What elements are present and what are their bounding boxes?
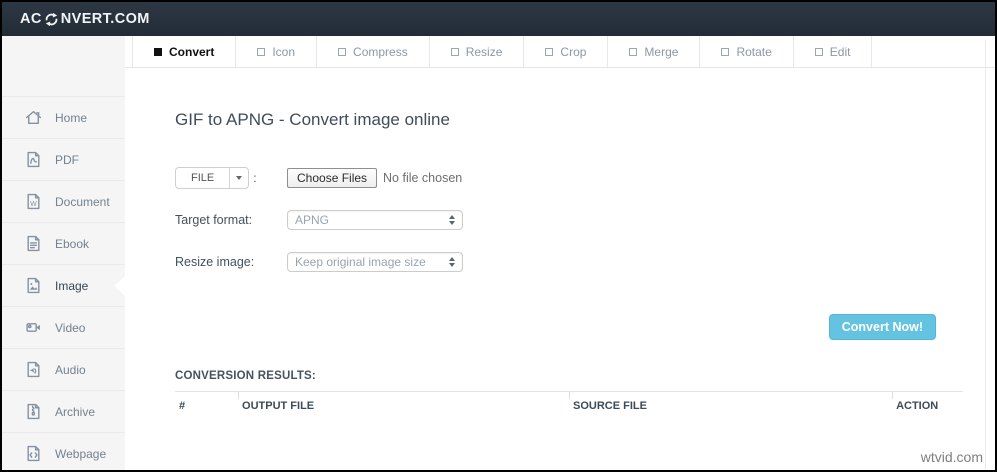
tab-square-icon xyxy=(814,47,823,56)
content: GIF to APNG - Convert image online FILE … xyxy=(125,110,995,418)
tab-label: Merge xyxy=(644,44,679,59)
pdf-file-icon xyxy=(25,151,42,168)
tab-square-icon xyxy=(545,47,554,56)
video-camera-icon xyxy=(25,319,42,336)
sidebar-item-document[interactable]: W Document xyxy=(2,180,125,222)
convert-now-button[interactable]: Convert Now! xyxy=(828,314,936,340)
column-header-output-file: OUTPUT FILE xyxy=(238,391,569,418)
tab-label: Icon xyxy=(272,44,296,59)
no-file-chosen-text: No file chosen xyxy=(383,171,463,185)
sidebar-item-label: Audio xyxy=(55,362,86,377)
sidebar-item-image[interactable]: Image xyxy=(2,264,125,306)
column-header-number: # xyxy=(175,391,239,418)
sidebar-item-label: Ebook xyxy=(55,236,90,251)
tab-label: Resize xyxy=(465,44,503,59)
word-document-icon: W xyxy=(25,193,42,210)
tab-square-icon xyxy=(450,47,459,56)
tab-square-icon xyxy=(629,47,638,56)
archive-zip-icon xyxy=(25,403,42,420)
resize-image-row: Resize image: Keep original image size xyxy=(175,251,963,273)
target-format-select[interactable]: APNG xyxy=(287,210,463,230)
file-select-row: FILE : Choose Files No file chosen xyxy=(175,167,963,189)
sidebar-item-label: Home xyxy=(55,110,88,125)
tab-merge[interactable]: Merge xyxy=(608,36,701,67)
home-icon xyxy=(25,109,42,126)
choose-files-button[interactable]: Choose Files xyxy=(287,168,378,188)
sidebar-item-archive[interactable]: Archive xyxy=(2,390,125,432)
colon-separator: : xyxy=(253,171,257,185)
app-window: AC NVERT.COM Home PDF W Document Ebook I… xyxy=(0,0,997,472)
tab-rotate[interactable]: Rotate xyxy=(700,36,794,67)
tab-label: Compress xyxy=(353,44,408,59)
page-title: GIF to APNG - Convert image online xyxy=(175,110,450,129)
logo-text-prefix: AC xyxy=(20,11,42,27)
sidebar-item-audio[interactable]: Audio xyxy=(2,348,125,390)
column-header-source-file: SOURCE FILE xyxy=(568,391,893,418)
file-source-label[interactable]: FILE xyxy=(176,168,229,188)
site-logo[interactable]: AC NVERT.COM xyxy=(20,11,150,27)
sidebar-item-label: PDF xyxy=(55,152,79,167)
audio-file-icon xyxy=(25,361,42,378)
conversion-results-heading: CONVERSION RESULTS: xyxy=(175,370,316,382)
watermark-text: wtvid.com xyxy=(920,449,983,465)
file-source-cell: FILE : xyxy=(175,167,287,189)
conversion-results-table: # OUTPUT FILE SOURCE FILE ACTION xyxy=(175,391,963,418)
file-source-caret[interactable] xyxy=(229,168,248,188)
tab-bar: Convert Icon Compress Resize Crop Merge xyxy=(125,36,995,68)
resize-image-select[interactable]: Keep original image size xyxy=(287,252,463,272)
resize-image-value: Keep original image size xyxy=(295,255,426,269)
ebook-icon xyxy=(25,235,42,252)
convert-arrows-icon xyxy=(45,12,58,26)
tab-label: Edit xyxy=(829,44,851,59)
tab-square-icon xyxy=(721,47,730,56)
top-header: AC NVERT.COM xyxy=(2,2,995,36)
window-right-divider xyxy=(985,40,986,470)
results-header-row: # OUTPUT FILE SOURCE FILE ACTION xyxy=(175,391,963,418)
image-file-icon xyxy=(25,277,42,294)
tab-square-icon xyxy=(338,47,347,56)
sidebar-item-label: Video xyxy=(55,320,86,335)
sidebar-item-label: Image xyxy=(55,278,89,293)
sidebar-item-webpage[interactable]: Webpage xyxy=(2,432,125,470)
sidebar: Home PDF W Document Ebook Image Video Au… xyxy=(2,36,125,470)
sidebar-item-ebook[interactable]: Ebook xyxy=(2,222,125,264)
sidebar-item-home[interactable]: Home xyxy=(2,96,125,138)
tab-square-icon xyxy=(257,47,266,56)
logo-text-suffix: NVERT.COM xyxy=(60,11,150,27)
tab-compress[interactable]: Compress xyxy=(317,36,430,67)
chevron-down-icon xyxy=(236,176,243,180)
target-format-value: APNG xyxy=(295,213,330,227)
tab-convert[interactable]: Convert xyxy=(132,36,237,67)
file-input: Choose Files No file chosen xyxy=(287,168,462,188)
resize-image-label: Resize image: xyxy=(175,255,255,269)
tab-icon[interactable]: Icon xyxy=(236,36,318,67)
active-item-notch xyxy=(114,275,125,296)
select-updown-icon xyxy=(449,215,455,225)
svg-text:W: W xyxy=(30,201,37,208)
tab-square-icon xyxy=(154,47,162,56)
column-header-action: ACTION xyxy=(892,391,963,418)
target-format-label: Target format: xyxy=(175,213,253,227)
sidebar-item-label: Webpage xyxy=(55,446,107,461)
webpage-code-icon xyxy=(25,445,42,462)
target-format-row: Target format: APNG xyxy=(175,209,963,231)
tab-edit[interactable]: Edit xyxy=(794,36,873,67)
tab-label: Rotate xyxy=(736,44,772,59)
tab-crop[interactable]: Crop xyxy=(524,36,609,67)
file-source-dropdown[interactable]: FILE xyxy=(175,167,250,189)
sidebar-item-label: Document xyxy=(55,194,110,209)
sidebar-item-video[interactable]: Video xyxy=(2,306,125,348)
tab-label: Crop xyxy=(560,44,587,59)
sidebar-item-label: Archive xyxy=(55,404,96,419)
main-area: Convert Icon Compress Resize Crop Merge xyxy=(125,36,995,470)
tab-label: Convert xyxy=(169,44,215,59)
tab-resize[interactable]: Resize xyxy=(430,36,525,67)
select-updown-icon xyxy=(449,257,455,267)
sidebar-item-pdf[interactable]: PDF xyxy=(2,138,125,180)
convert-button-row: Convert Now! xyxy=(175,314,963,340)
